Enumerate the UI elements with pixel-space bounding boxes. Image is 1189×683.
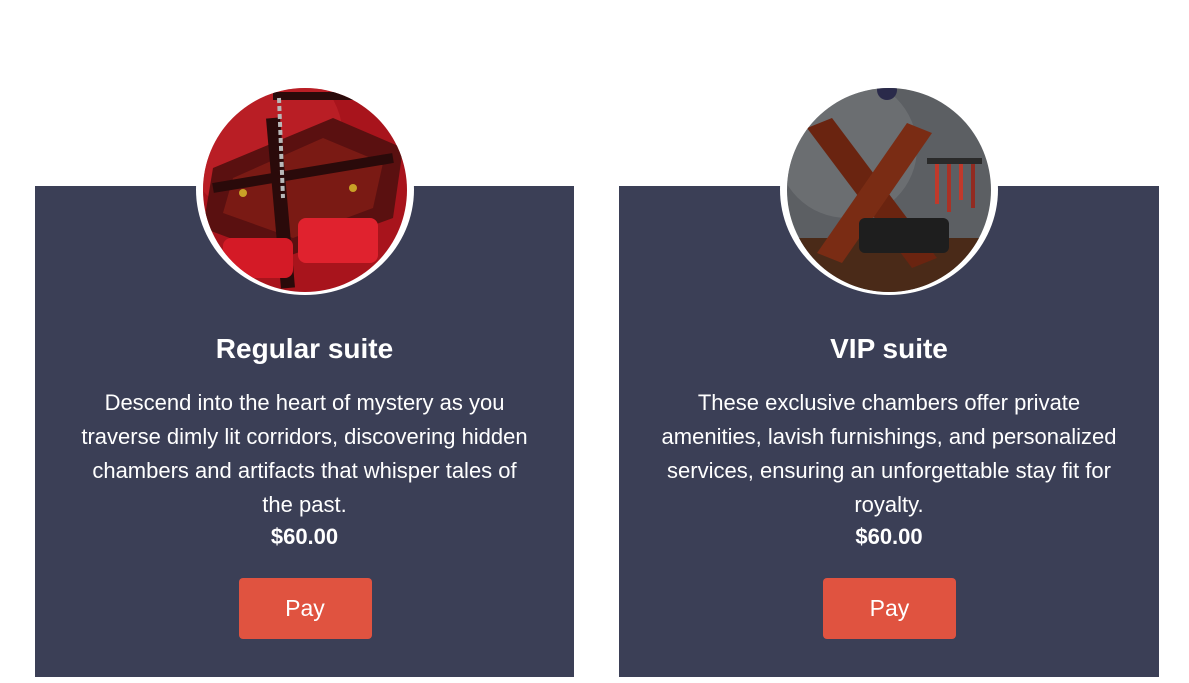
suite-photo-frame-regular	[195, 84, 414, 295]
pay-button-regular[interactable]: Pay	[238, 578, 372, 639]
suite-price-regular: $60.00	[270, 524, 339, 549]
pay-button-vip[interactable]: Pay	[823, 578, 956, 639]
suite-price-vip: $60.00	[855, 524, 923, 549]
suite-description-vip: These exclusive chambers offer private a…	[661, 390, 1117, 517]
suite-photo-vip	[787, 87, 991, 292]
suite-photo-regular	[202, 87, 407, 292]
suite-card-regular: Regular suite Descend into the heart of …	[35, 84, 574, 677]
suite-photo-frame-vip	[780, 84, 998, 295]
suite-title-vip: VIP suite	[830, 333, 948, 364]
suite-card-vip: VIP suite These exclusive chambers offer…	[619, 84, 1159, 677]
suite-description-regular: Descend into the heart of mystery as you…	[81, 390, 528, 517]
suite-title-regular: Regular suite	[215, 333, 394, 364]
